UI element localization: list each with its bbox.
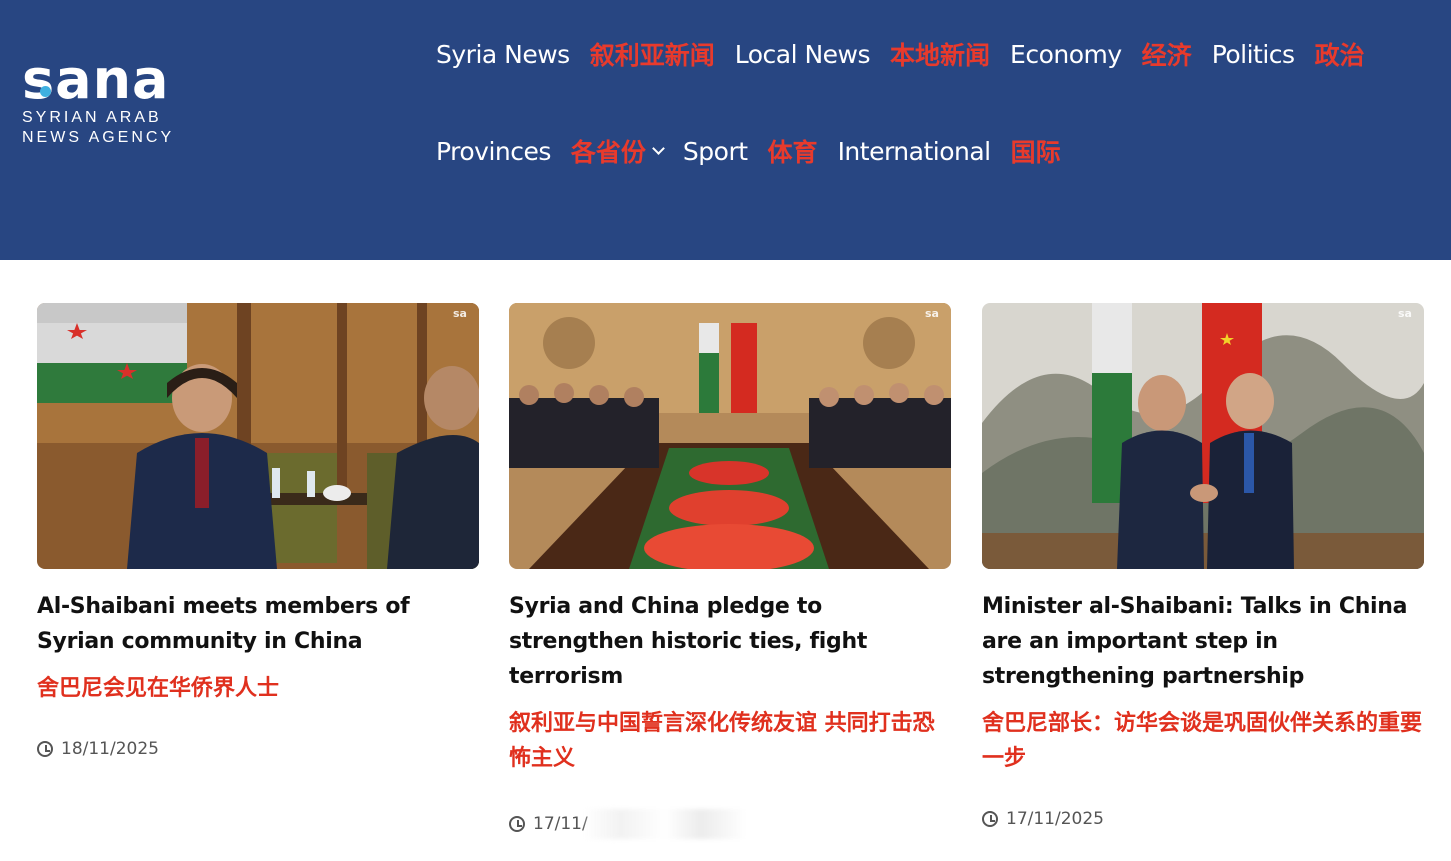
article-card: sa Al-Shaibani meets members of Syrian c…	[37, 303, 479, 759]
sana-logo[interactable]: sana SYRIAN ARAB NEWS AGENCY	[22, 48, 202, 148]
clock-icon	[509, 816, 525, 832]
article-title-zh[interactable]: 舍巴尼会见在华侨界人士	[37, 671, 479, 706]
article-thumbnail[interactable]: sa	[509, 303, 951, 569]
article-title-zh[interactable]: 叙利亚与中国誓言深化传统友谊 共同打击恐怖主义	[509, 706, 951, 776]
logo-dot-icon	[40, 86, 51, 97]
article-date: 17/11/2025	[982, 809, 1104, 829]
article-date-text: 17/11/	[533, 814, 588, 834]
photo-delegation-talks	[509, 303, 951, 569]
nav-label-en: Local News	[734, 39, 871, 69]
site-header: sana SYRIAN ARAB NEWS AGENCY Syria News …	[0, 0, 1451, 260]
blurred-overlay	[583, 809, 764, 839]
clock-icon	[37, 741, 53, 757]
article-title-zh[interactable]: 舍巴尼部长：访华会谈是巩固伙伴关系的重要一步	[982, 706, 1424, 776]
article-date-text: 18/11/2025	[61, 739, 159, 759]
article-thumbnail[interactable]: sa	[982, 303, 1424, 569]
article-date: 17/11/	[509, 809, 764, 839]
nav-item-politics[interactable]: Politics 政治	[1212, 36, 1365, 72]
sana-watermark-icon: sa	[925, 307, 939, 320]
nav-item-international[interactable]: International 国际	[838, 133, 1061, 169]
chevron-down-icon[interactable]	[652, 141, 665, 155]
article-card: sa Syria and China pledge to strengthen …	[509, 303, 951, 839]
nav-label-en: International	[837, 136, 992, 166]
nav-item-provinces[interactable]: Provinces 各省份	[436, 133, 665, 169]
nav-label-en: Sport	[682, 136, 748, 166]
nav-item-economy[interactable]: Economy 经济	[1010, 36, 1192, 72]
clock-icon	[982, 811, 998, 827]
nav-label-zh: 经济	[1141, 41, 1192, 70]
nav-label-zh: 国际	[1010, 138, 1061, 167]
article-title-en[interactable]: Syria and China pledge to strengthen his…	[509, 589, 951, 694]
nav-label-zh: 政治	[1314, 41, 1365, 70]
sana-watermark-icon: sa	[453, 307, 467, 320]
nav-label-zh: 体育	[767, 138, 818, 167]
logo-tagline-line2: NEWS AGENCY	[22, 129, 175, 146]
logo-tagline-line1: SYRIAN ARAB	[22, 109, 162, 126]
nav-row-2: Provinces 各省份 Sport 体育 International 国际	[436, 133, 1081, 169]
nav-label-en: Provinces	[436, 136, 551, 166]
article-title-en[interactable]: Al-Shaibani meets members of Syrian comm…	[37, 589, 479, 659]
article-card: sa Minister al-Shaibani: Talks in China …	[982, 303, 1424, 829]
article-thumbnail[interactable]: sa	[37, 303, 479, 569]
nav-label-zh: 本地新闻	[890, 41, 991, 70]
logo-wordmark: sana	[22, 48, 170, 111]
nav-row-1: Syria News 叙利亚新闻 Local News 本地新闻 Economy…	[436, 36, 1385, 72]
nav-label-zh: 叙利亚新闻	[589, 41, 715, 70]
article-date-text: 17/11/2025	[1006, 809, 1104, 829]
nav-item-syria-news[interactable]: Syria News 叙利亚新闻	[436, 36, 715, 72]
nav-label-zh: 各省份	[570, 138, 646, 167]
nav-item-sport[interactable]: Sport 体育	[683, 133, 818, 169]
article-date: 18/11/2025	[37, 739, 159, 759]
nav-item-local-news[interactable]: Local News 本地新闻	[735, 36, 990, 72]
sana-watermark-icon: sa	[1398, 307, 1412, 320]
nav-label-en: Politics	[1211, 39, 1295, 69]
nav-label-en: Syria News	[436, 39, 570, 69]
nav-label-en: Economy	[1010, 39, 1122, 69]
article-title-en[interactable]: Minister al-Shaibani: Talks in China are…	[982, 589, 1424, 694]
photo-meeting-interview	[37, 303, 479, 569]
photo-handshake	[982, 303, 1424, 569]
